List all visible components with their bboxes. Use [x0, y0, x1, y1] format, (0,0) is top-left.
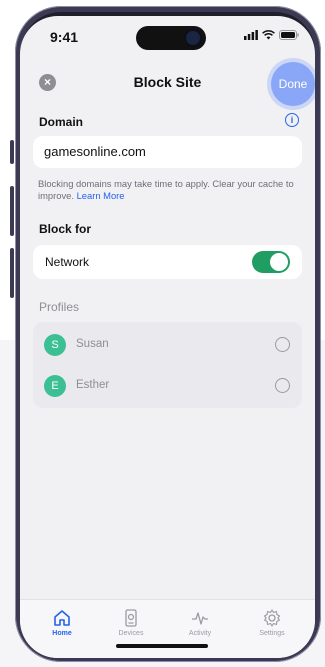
profile-row-esther[interactable]: E Esther — [33, 366, 302, 406]
domain-input[interactable]: gamesonline.com — [33, 136, 302, 168]
status-icons — [244, 30, 299, 40]
gear-icon — [263, 609, 281, 627]
tab-label: Activity — [188, 630, 212, 637]
signal-icon — [244, 30, 258, 40]
toggle-knob — [270, 253, 288, 271]
side-button-silent — [10, 140, 14, 164]
profiles-label: Profiles — [39, 300, 80, 314]
page-title: Block Site — [133, 74, 202, 90]
profile-name: Susan — [76, 338, 109, 350]
camera-icon — [186, 31, 200, 45]
status-bar: 9:41 — [20, 16, 315, 56]
profile-row-susan[interactable]: S Susan — [33, 325, 302, 365]
devices-icon — [125, 609, 137, 627]
tab-label: Home — [52, 630, 72, 637]
home-icon — [54, 610, 70, 626]
avatar: E — [44, 375, 66, 397]
learn-more-link[interactable]: Learn More — [77, 190, 125, 201]
battery-icon — [279, 30, 299, 40]
profile-radio[interactable] — [275, 378, 290, 393]
home-indicator — [116, 644, 208, 648]
network-label: Network — [45, 255, 90, 269]
profile-radio[interactable] — [275, 337, 290, 352]
tab-bar: Home Devices Activity Settings — [20, 599, 315, 658]
block-for-label: Block for — [39, 222, 92, 236]
side-button-volume-down — [10, 248, 14, 298]
domain-hint: Blocking domains may take time to apply.… — [38, 178, 300, 202]
block-site-sheet: × Block Site Done Domain i gamesonline.c… — [26, 60, 315, 658]
domain-label: Domain — [39, 115, 84, 129]
tab-label: Devices — [118, 630, 144, 637]
tab-label: Settings — [259, 630, 285, 637]
tab-activity[interactable]: Activity — [170, 608, 230, 637]
tab-devices[interactable]: Devices — [101, 608, 161, 637]
profiles-list: S Susan E Esther — [33, 322, 302, 408]
tab-home[interactable]: Home — [32, 608, 92, 637]
phone-screen: 9:41 × Block Site Done Domain i gamesonl… — [20, 16, 315, 658]
profile-name: Esther — [76, 379, 110, 391]
network-toggle[interactable] — [252, 251, 290, 273]
done-button[interactable]: Done — [271, 62, 315, 106]
sheet-header: × Block Site Done — [26, 60, 315, 106]
wifi-icon — [262, 30, 275, 40]
dynamic-island — [136, 26, 206, 50]
activity-icon — [192, 612, 208, 625]
info-icon[interactable]: i — [285, 113, 299, 127]
tab-settings[interactable]: Settings — [242, 608, 302, 637]
status-time: 9:41 — [50, 29, 79, 45]
network-row: Network — [33, 245, 302, 279]
avatar: S — [44, 334, 66, 356]
side-button-volume-up — [10, 186, 14, 236]
